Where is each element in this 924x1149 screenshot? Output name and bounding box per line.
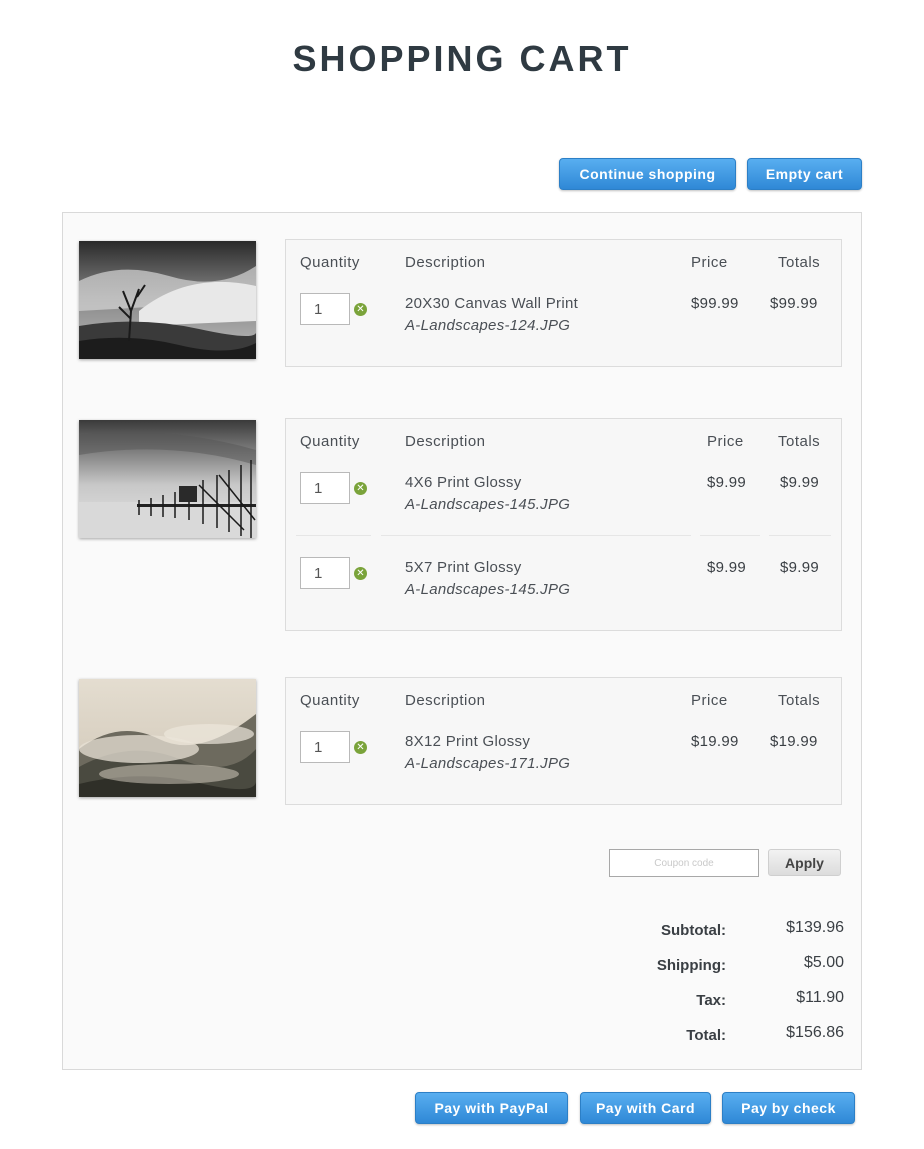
item-description: 8X12 Print Glossy [405,733,531,750]
total-label: Total: [686,1027,726,1044]
cart-item-1: Quantity Description Price Totals 1 ✕ 20… [285,239,842,367]
page-title: SHOPPING CART [292,38,632,79]
item-total: $19.99 [770,733,818,750]
item-total: $99.99 [770,295,818,312]
row-divider [381,535,691,536]
cart-item-3: Quantity Description Price Totals 1 ✕ 8X… [285,677,842,805]
cart-item-2: Quantity Description Price Totals 1 ✕ 4X… [285,418,842,631]
subtotal-value: $139.96 [786,919,844,936]
coupon-code-input[interactable]: Coupon code [609,849,759,877]
item-price: $9.99 [707,559,747,576]
quantity-input[interactable]: 1 [300,472,350,504]
price-header: Price [691,692,728,709]
row-divider [700,535,760,536]
row-divider [769,535,831,536]
quantity-input[interactable]: 1 [300,557,350,589]
pay-with-paypal-button[interactable]: Pay with PayPal [415,1092,568,1124]
description-header: Description [405,433,486,450]
item-price: $9.99 [707,474,747,491]
total-value: $156.86 [786,1024,844,1041]
price-header: Price [707,433,744,450]
shipping-value: $5.00 [803,954,844,971]
remove-x-icon[interactable]: ✕ [354,482,367,495]
quantity-header: Quantity [300,433,360,450]
product-thumbnail[interactable] [79,241,256,359]
item-filename: A-Landscapes-145.JPG [405,496,571,513]
description-header: Description [405,692,486,709]
description-header: Description [405,254,486,271]
item-price: $19.99 [691,733,739,750]
remove-x-icon[interactable]: ✕ [354,567,367,580]
quantity-header: Quantity [300,254,360,271]
totals-header: Totals [778,254,821,271]
remove-x-icon[interactable]: ✕ [354,741,367,754]
empty-cart-button[interactable]: Empty cart [747,158,862,190]
shipping-label: Shipping: [656,957,726,974]
quantity-input[interactable]: 1 [300,731,350,763]
product-thumbnail[interactable] [79,679,256,797]
quantity-header: Quantity [300,692,360,709]
pay-by-check-button[interactable]: Pay by check [722,1092,855,1124]
apply-coupon-button[interactable]: Apply [768,849,841,876]
item-total: $9.99 [780,559,820,576]
totals-header: Totals [778,692,821,709]
item-filename: A-Landscapes-145.JPG [405,581,571,598]
totals-header: Totals [778,433,821,450]
continue-shopping-button[interactable]: Continue shopping [559,158,736,190]
product-thumbnail[interactable] [79,420,256,538]
remove-x-icon[interactable]: ✕ [354,303,367,316]
row-divider [296,535,371,536]
item-filename: A-Landscapes-124.JPG [405,317,571,334]
tax-label: Tax: [696,992,726,1009]
tax-value: $11.90 [796,989,844,1006]
pay-with-card-button[interactable]: Pay with Card [580,1092,711,1124]
item-filename: A-Landscapes-171.JPG [405,755,571,772]
item-total: $9.99 [780,474,820,491]
price-header: Price [691,254,728,271]
subtotal-label: Subtotal: [661,922,726,939]
item-description: 5X7 Print Glossy [405,559,522,576]
item-price: $99.99 [691,295,739,312]
item-description: 4X6 Print Glossy [405,474,522,491]
item-description: 20X30 Canvas Wall Print [405,295,579,312]
quantity-input[interactable]: 1 [300,293,350,325]
